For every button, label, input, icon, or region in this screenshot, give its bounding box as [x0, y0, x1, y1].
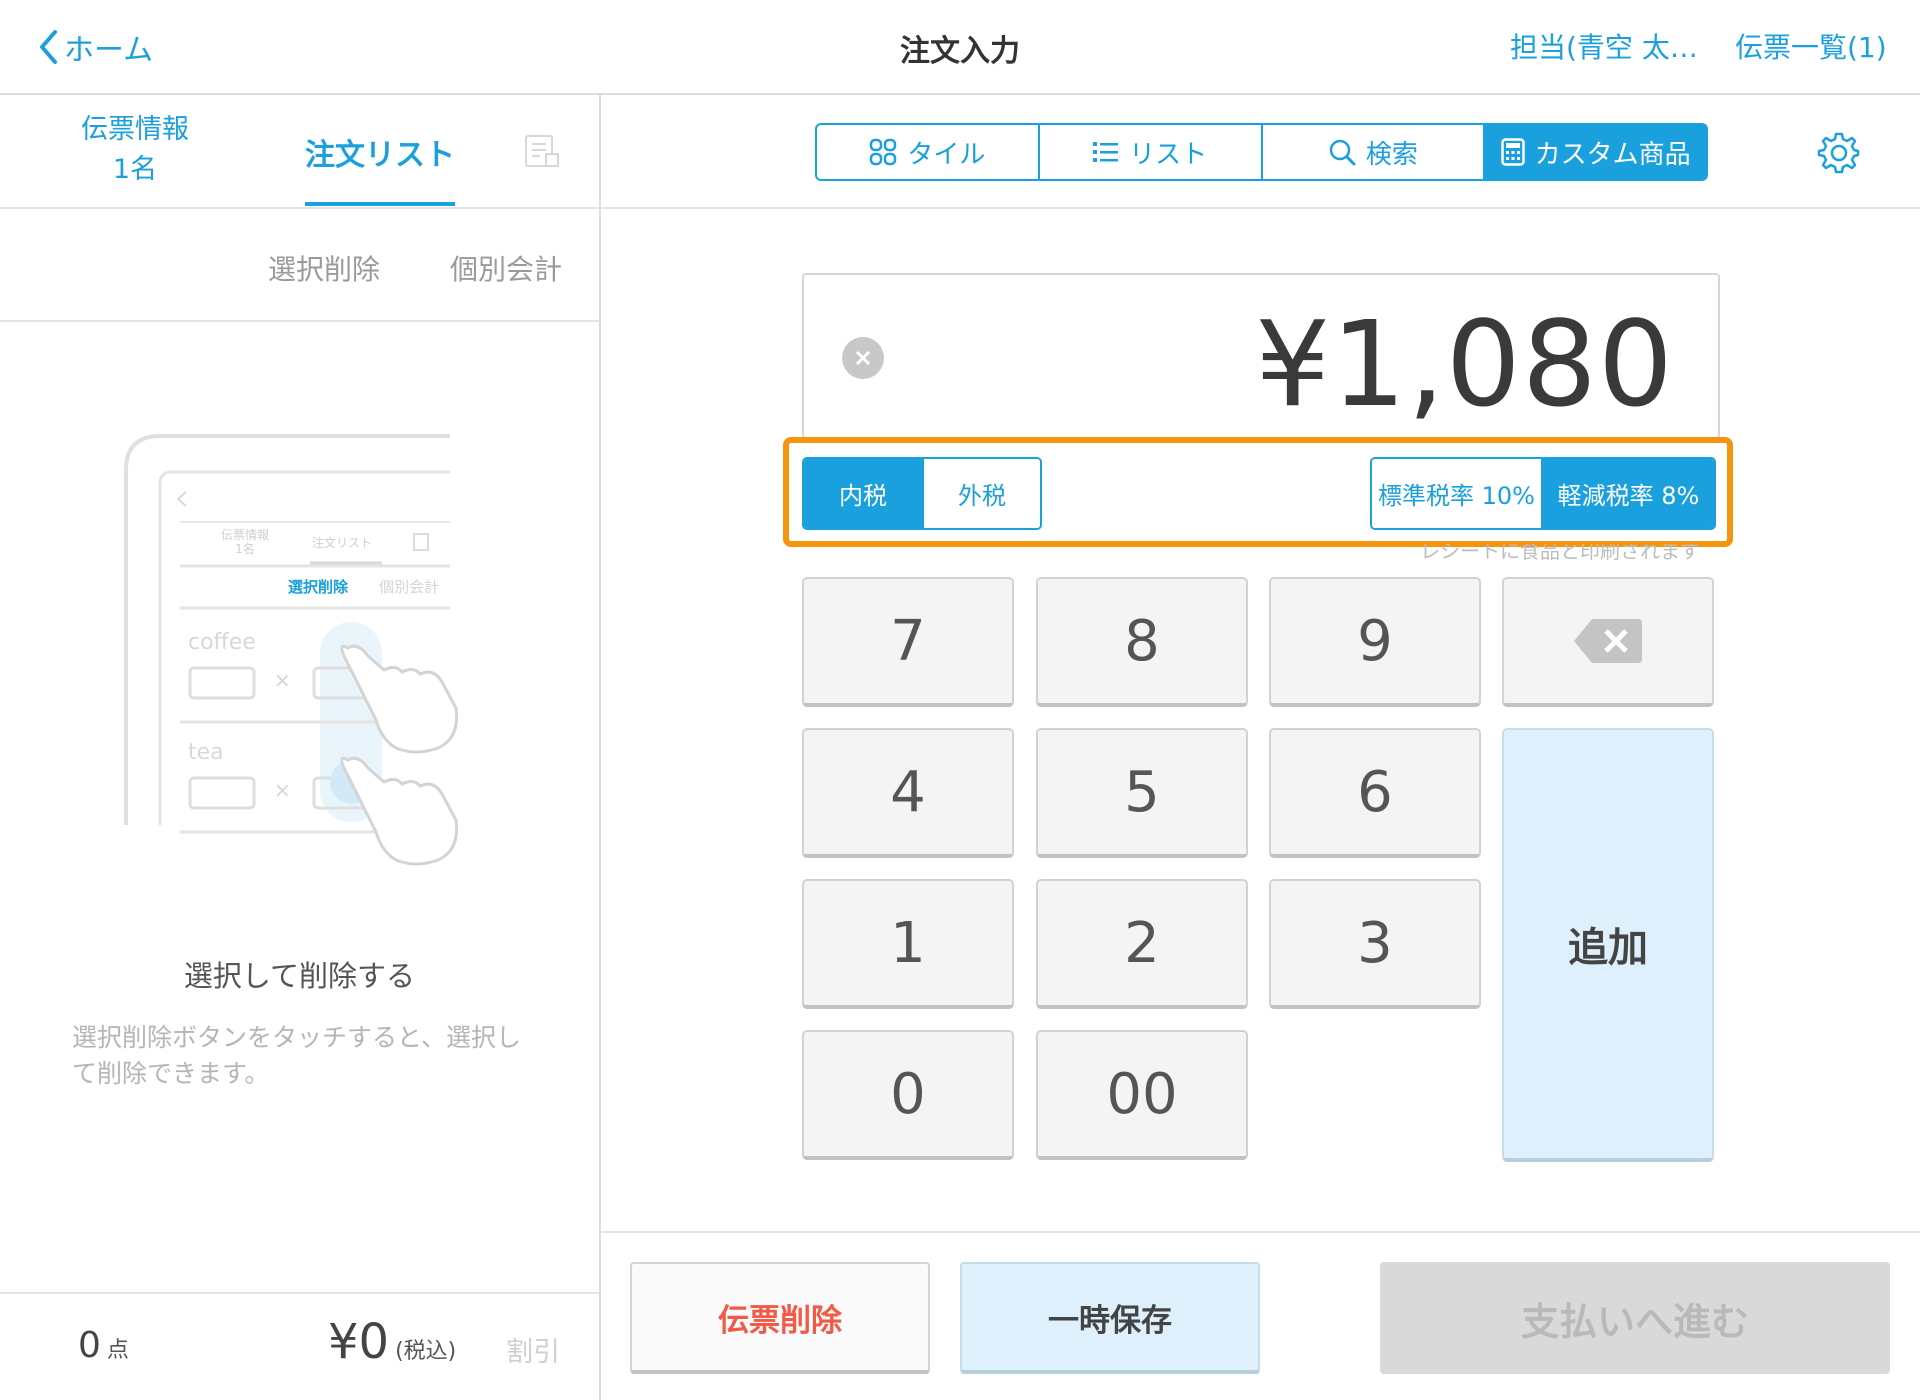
illus-select-delete: 選択削除 — [288, 578, 349, 596]
tax-rate-toggle: 標準税率 10% 軽減税率 8% — [1370, 457, 1716, 530]
document-icon[interactable] — [524, 134, 560, 168]
select-delete-button[interactable]: 選択削除 — [268, 248, 380, 288]
amount-display: ¥1,080 — [802, 273, 1720, 439]
tab-list-label: リスト — [1129, 139, 1208, 170]
toolbar-divider — [601, 207, 1920, 209]
close-icon — [855, 350, 871, 366]
active-tab-underline — [305, 202, 455, 206]
gear-icon[interactable] — [1816, 130, 1860, 174]
tab-custom-item-label: カスタム商品 — [1534, 139, 1691, 170]
tax-excluded-option[interactable]: 外税 — [923, 459, 1040, 528]
tab-list-view[interactable]: リスト — [1040, 125, 1263, 179]
temp-save-button[interactable]: 一時保存 — [960, 1262, 1260, 1374]
tab-slip-info[interactable]: 伝票情報 1名 — [60, 110, 210, 190]
illus-item-tea: tea — [188, 740, 224, 765]
illus-tab-slip-info: 伝票情報 — [220, 528, 269, 542]
add-button[interactable]: 追加 — [1502, 728, 1714, 1162]
item-count-value: 0 — [78, 1325, 101, 1366]
key-9[interactable]: 9 — [1269, 577, 1481, 707]
action-divider — [0, 320, 599, 322]
tile-grid-icon — [870, 138, 897, 166]
amount-value: ¥1,080 — [1255, 295, 1674, 433]
key-1[interactable]: 1 — [802, 879, 1014, 1009]
clear-amount-button[interactable] — [842, 337, 884, 379]
key-8[interactable]: 8 — [1036, 577, 1248, 707]
illus-item-coffee: coffee — [188, 630, 256, 655]
empty-state-description: 選択削除ボタンをタッチすると、選択して削除できます。 — [72, 1023, 522, 1088]
footer-divider — [0, 1292, 599, 1294]
tax-mode-toggle: 内税 外税 — [802, 457, 1042, 530]
select-delete-illustration: 伝票情報 1名 注文リスト 選択削除 個別会計 coffee × tea × — [120, 430, 480, 900]
illus-tab-guests: 1名 — [235, 542, 255, 556]
order-total-value: ¥0 — [328, 1314, 390, 1370]
illus-times-2: × — [274, 778, 291, 802]
illus-tab-order-list: 注文リスト — [312, 536, 373, 550]
tab-slip-info-label: 伝票情報 — [81, 114, 189, 145]
tab-tile-label: タイル — [907, 139, 986, 170]
illus-individual-checkout: 個別会計 — [379, 578, 440, 596]
key-3[interactable]: 3 — [1269, 879, 1481, 1009]
header-bar: ホーム 注文入力 担当(青空 太… 伝票一覧(1) — [0, 0, 1920, 95]
key-5[interactable]: 5 — [1036, 728, 1248, 858]
tab-divider — [0, 207, 599, 209]
key-4[interactable]: 4 — [802, 728, 1014, 858]
order-total: ¥0 (税込) — [328, 1314, 456, 1370]
key-2[interactable]: 2 — [1036, 879, 1248, 1009]
tab-search-label: 検索 — [1365, 139, 1418, 170]
calculator-icon — [1500, 138, 1525, 166]
view-mode-segmented-control: タイル リスト 検索 カスタム商品 — [815, 123, 1708, 181]
receipt-note: レシートに食品と印刷されます — [1420, 544, 1700, 562]
search-icon — [1329, 139, 1356, 166]
order-total-unit: (税込) — [395, 1339, 457, 1364]
panel-divider — [599, 95, 601, 1400]
item-count-unit: 点 — [106, 1338, 129, 1363]
delete-slip-button[interactable]: 伝票削除 — [630, 1262, 930, 1374]
standard-rate-option[interactable]: 標準税率 10% — [1372, 459, 1543, 528]
proceed-payment-button[interactable]: 支払いへ進む — [1380, 1262, 1890, 1374]
bottom-divider — [601, 1231, 1920, 1233]
staff-button[interactable]: 担当(青空 太… — [1510, 26, 1698, 66]
backspace-icon — [1574, 619, 1642, 663]
tab-slip-info-guests: 1名 — [112, 154, 158, 185]
individual-checkout-button[interactable]: 個別会計 — [450, 248, 562, 288]
backspace-key[interactable] — [1502, 577, 1714, 707]
tab-tile-view[interactable]: タイル — [817, 125, 1040, 179]
tab-order-list[interactable]: 注文リスト — [300, 130, 460, 174]
list-icon — [1093, 142, 1119, 162]
tax-included-option[interactable]: 内税 — [804, 459, 924, 528]
key-7[interactable]: 7 — [802, 577, 1014, 707]
key-00[interactable]: 00 — [1036, 1030, 1248, 1160]
discount-button[interactable]: 割引 — [506, 1330, 560, 1369]
key-6[interactable]: 6 — [1269, 728, 1481, 858]
reduced-rate-option[interactable]: 軽減税率 8% — [1543, 459, 1714, 528]
tab-custom-item-view[interactable]: カスタム商品 — [1485, 125, 1706, 179]
item-count: 0点 — [78, 1325, 129, 1366]
tab-search-view[interactable]: 検索 — [1263, 125, 1486, 179]
slip-list-button[interactable]: 伝票一覧(1) — [1735, 26, 1887, 66]
empty-state-heading: 選択して削除する — [183, 959, 416, 993]
illus-times-1: × — [274, 668, 291, 692]
key-0[interactable]: 0 — [802, 1030, 1014, 1160]
